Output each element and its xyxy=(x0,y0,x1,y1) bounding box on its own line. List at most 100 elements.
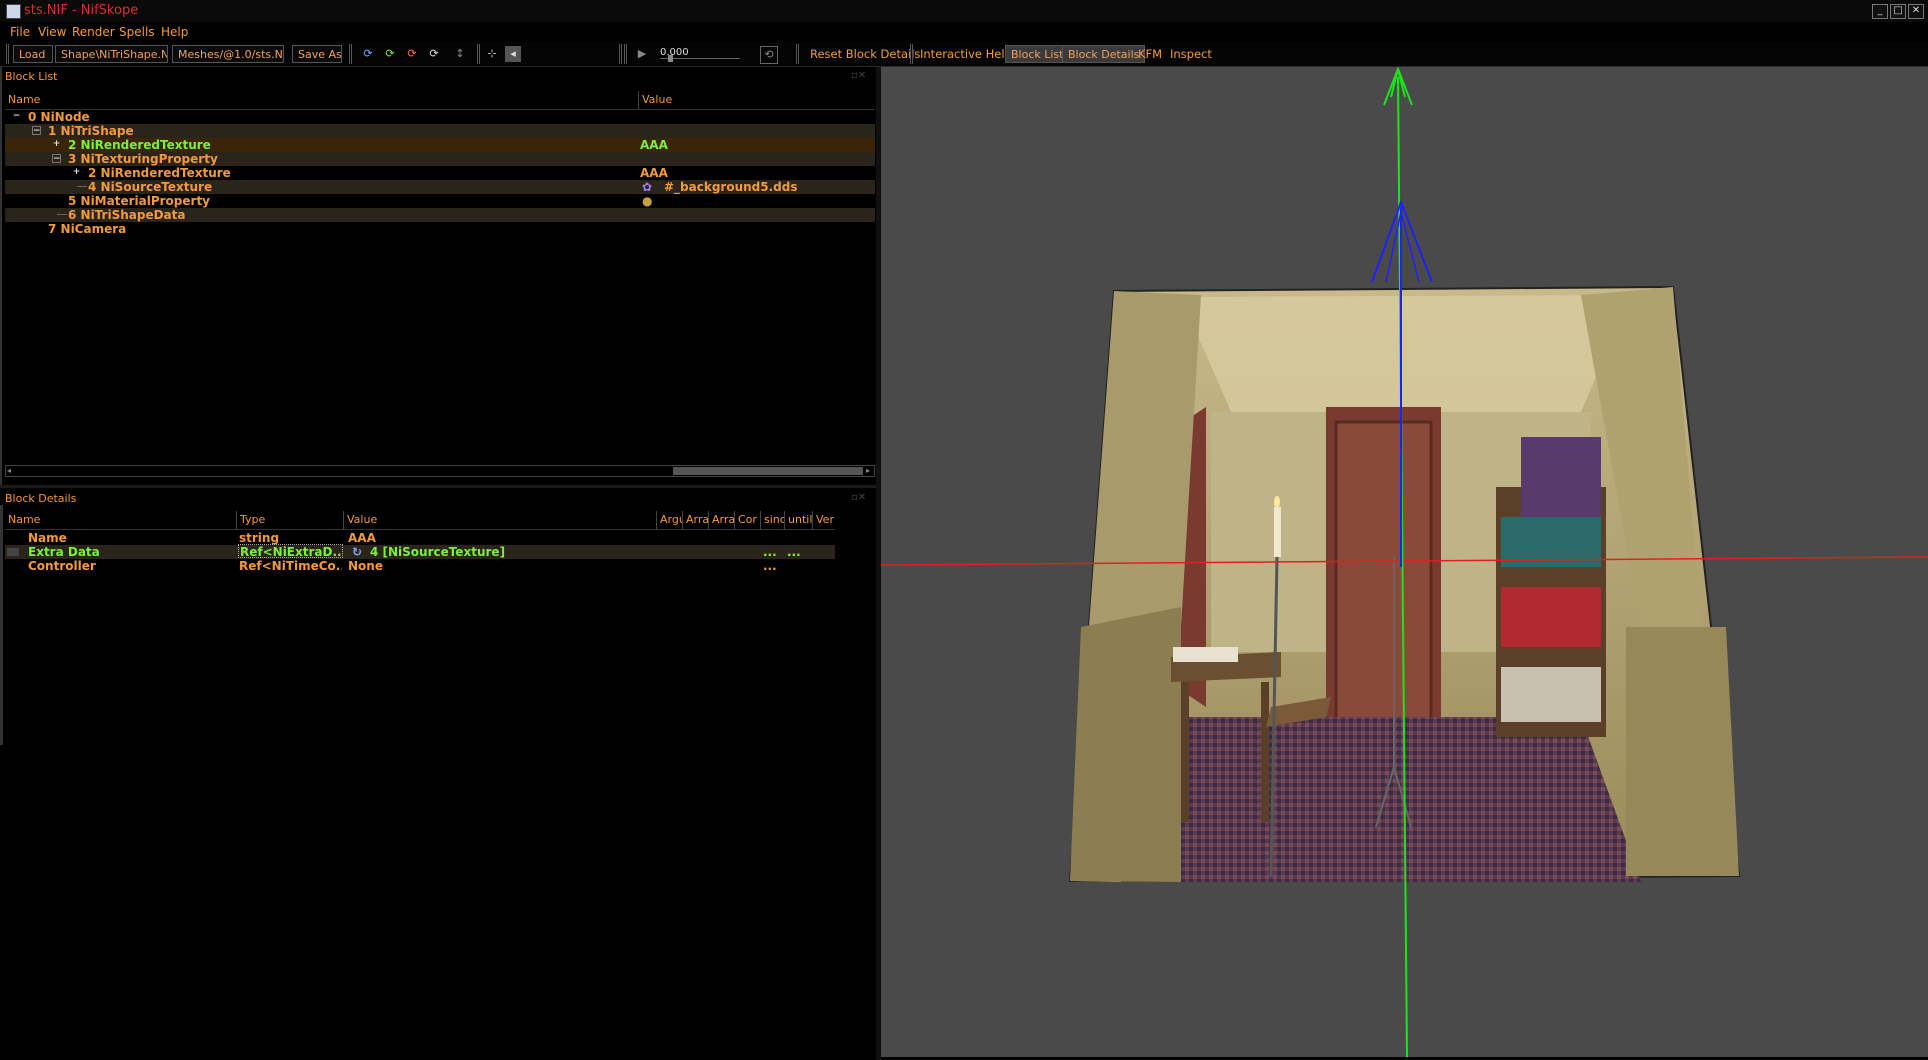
perspective-icon[interactable]: ◂ xyxy=(505,46,521,62)
app-icon xyxy=(6,4,21,19)
load-path-field[interactable]: Shape\NiTriShape.NIF xyxy=(55,45,168,63)
collapse-icon[interactable]: − xyxy=(52,154,61,164)
column-until[interactable]: until xyxy=(785,511,813,529)
column-array1[interactable]: Arra xyxy=(683,511,709,529)
interactive-help-button[interactable]: Interactive Help xyxy=(920,47,1012,61)
scrollbar-thumb[interactable] xyxy=(673,467,863,475)
tree-row[interactable]: − 1 NiTriShape xyxy=(5,124,875,138)
close-button[interactable]: ✕ xyxy=(1908,4,1924,19)
column-name[interactable]: Name xyxy=(5,91,639,109)
column-value[interactable]: Value xyxy=(344,511,657,529)
tree-row[interactable]: 7 NiCamera xyxy=(5,222,875,236)
link-icon: ↻ xyxy=(352,545,363,559)
flip-view-icon[interactable]: ⊹ xyxy=(484,46,500,62)
block-name: 2 NiRenderedTexture xyxy=(88,166,231,180)
panel-float-icon[interactable]: ▫✕ xyxy=(851,492,866,503)
block-details-title: Block Details xyxy=(5,492,77,505)
block-value: #_background5.dds xyxy=(664,180,798,194)
menu-help[interactable]: Help xyxy=(161,25,188,39)
scroll-right-icon[interactable]: ▸ xyxy=(866,466,870,475)
toolbar-handle[interactable] xyxy=(6,44,9,64)
tree-row[interactable]: + 2 NiRenderedTexture AAA xyxy=(5,166,875,180)
block-value: AAA xyxy=(640,166,668,180)
walk-mode-icon[interactable]: ↕ xyxy=(452,46,468,62)
field-until: ... xyxy=(787,545,801,559)
column-argument[interactable]: Argu xyxy=(657,511,683,529)
view-user-icon[interactable]: ⟳ xyxy=(426,46,442,62)
window-title: sts.NIF - NifSkope xyxy=(24,3,139,18)
block-name: 4 NiSourceTexture xyxy=(88,180,213,194)
inspect-button[interactable]: Inspect xyxy=(1170,47,1212,61)
time-value: 0.000 xyxy=(660,47,689,58)
toolbar-separator xyxy=(619,44,622,64)
reset-block-details-button[interactable]: Reset Block Details xyxy=(810,47,920,61)
collapse-icon[interactable]: − xyxy=(32,126,41,136)
detail-row[interactable]: Controller Ref<NiTimeCo... None ... xyxy=(5,559,835,573)
field-since: ... xyxy=(763,545,777,559)
loop-icon[interactable]: ⟲ xyxy=(760,46,778,64)
play-icon[interactable]: ▶ xyxy=(634,46,650,62)
time-slider-handle[interactable] xyxy=(668,55,673,62)
menu-render[interactable]: Render xyxy=(72,25,115,39)
block-details-toggle[interactable]: Block Details xyxy=(1062,45,1146,63)
maximize-button[interactable]: □ xyxy=(1890,4,1906,19)
block-list-title: Block List xyxy=(5,70,58,83)
block-list-hscrollbar[interactable]: ◂ ▸ xyxy=(5,465,875,477)
column-array2[interactable]: Arra xyxy=(709,511,735,529)
detail-row[interactable]: Name string AAA xyxy=(5,531,835,545)
column-name[interactable]: Name xyxy=(5,511,237,529)
tree-row[interactable]: 5 NiMaterialProperty ● xyxy=(5,194,875,208)
save-path-field[interactable]: Meshes/@1.0/sts.NIF xyxy=(172,45,284,63)
menu-view[interactable]: View xyxy=(38,25,66,39)
scroll-left-icon[interactable]: ◂ xyxy=(7,466,11,475)
minimize-button[interactable]: _ xyxy=(1872,4,1888,19)
tree-row[interactable]: + 2 NiRenderedTexture AAA xyxy=(5,138,875,152)
toolbar-separator xyxy=(477,44,480,64)
menu-file[interactable]: File xyxy=(10,25,30,39)
tree-branch-line xyxy=(77,186,87,187)
block-name: 2 NiRenderedTexture xyxy=(68,138,211,152)
column-value[interactable]: Value xyxy=(639,91,875,109)
row-marker xyxy=(7,548,19,556)
column-condition[interactable]: Cor xyxy=(735,511,761,529)
column-type[interactable]: Type xyxy=(237,511,344,529)
tree-branch-line xyxy=(57,214,67,215)
detail-row[interactable]: Extra Data Ref<NiExtraD... ↻ 4 [NiSource… xyxy=(5,544,835,559)
tree-row[interactable]: 4 NiSourceTexture ✿ #_background5.dds xyxy=(5,180,875,194)
view-front-icon[interactable]: ⟳ xyxy=(382,46,398,62)
kfm-button[interactable]: KFM xyxy=(1138,47,1162,61)
block-details-header: Name Type Value Argu Arra Arra Cor sinc … xyxy=(5,511,835,530)
field-name: Extra Data xyxy=(28,545,100,559)
field-value[interactable]: 4 [NiSourceTexture] xyxy=(370,545,505,559)
block-name: 5 NiMaterialProperty xyxy=(68,194,211,208)
panel-splitter[interactable] xyxy=(0,485,876,488)
collapse-icon[interactable]: − xyxy=(12,112,21,121)
tree-row[interactable]: − 3 NiTexturingProperty xyxy=(5,152,875,166)
expand-icon[interactable]: + xyxy=(52,140,61,149)
load-button[interactable]: Load xyxy=(13,45,53,63)
tree-row[interactable]: 6 NiTriShapeData xyxy=(5,208,875,222)
panel-left-border xyxy=(0,505,3,745)
block-name: 7 NiCamera xyxy=(48,222,127,236)
scene-render xyxy=(881,67,1928,1057)
menu-bar xyxy=(0,22,1928,42)
field-value[interactable]: AAA xyxy=(348,531,376,545)
view-top-icon[interactable]: ⟳ xyxy=(360,46,376,62)
expand-icon[interactable]: + xyxy=(72,168,81,177)
render-viewport[interactable] xyxy=(881,67,1928,1057)
block-name: 3 NiTexturingProperty xyxy=(68,152,218,166)
block-list-header: Name Value xyxy=(5,91,875,110)
block-name: 6 NiTriShapeData xyxy=(68,208,186,222)
column-since[interactable]: sinc xyxy=(761,511,785,529)
save-as-button[interactable]: Save As xyxy=(292,45,342,63)
column-version[interactable]: Ver xyxy=(813,511,835,529)
menu-spells[interactable]: Spells xyxy=(119,25,155,39)
view-side-icon[interactable]: ⟳ xyxy=(404,46,420,62)
panel-float-icon[interactable]: ▫✕ xyxy=(851,70,866,81)
tree-row[interactable]: − 0 NiNode xyxy=(5,110,875,124)
field-type[interactable]: Ref<NiExtraD... xyxy=(238,544,343,558)
block-name: 0 NiNode xyxy=(28,110,90,124)
block-list-toggle[interactable]: Block List xyxy=(1005,45,1070,63)
field-since: ... xyxy=(763,559,777,573)
field-value[interactable]: None xyxy=(348,559,383,573)
